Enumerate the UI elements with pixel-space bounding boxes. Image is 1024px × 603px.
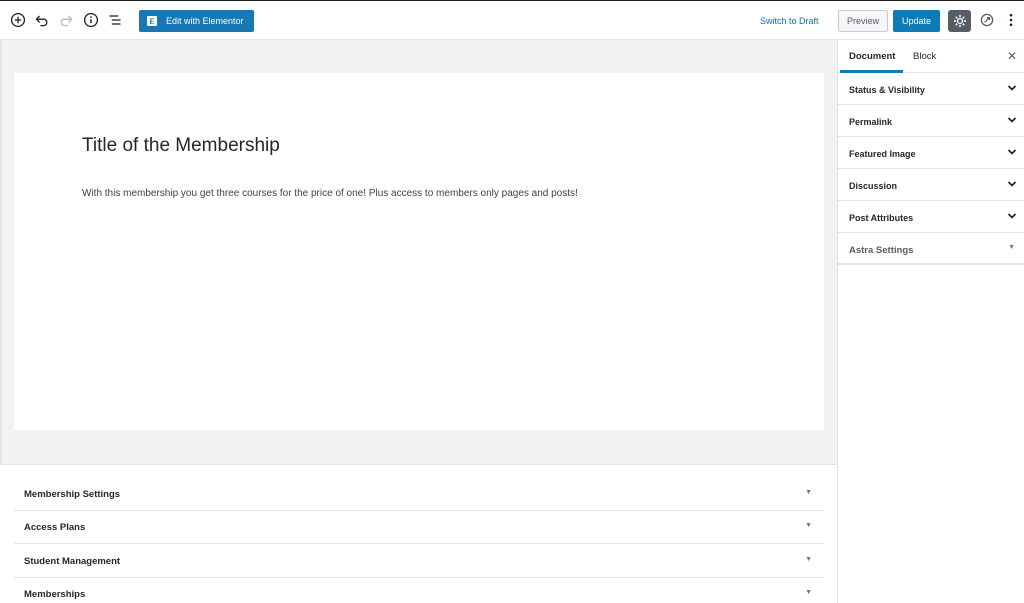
undo-button[interactable] bbox=[33, 11, 51, 29]
metabox-label: Student Management bbox=[24, 555, 121, 567]
caret-down-icon: ▼ bbox=[805, 556, 812, 563]
settings-sidebar: Document Block ✕ Status & Visibility Per… bbox=[837, 40, 1024, 603]
caret-down-icon: ▼ bbox=[805, 522, 812, 529]
gear-icon bbox=[953, 15, 966, 27]
panel-discussion[interactable]: Discussion bbox=[838, 169, 1024, 201]
editor-toolbar: E Edit with Elementor Switch to Draft Pr… bbox=[0, 0, 1024, 40]
panel-label: Discussion bbox=[849, 181, 898, 191]
post-title[interactable]: Title of the Membership bbox=[82, 135, 280, 157]
preview-button[interactable]: Preview bbox=[838, 10, 888, 32]
chevron-down-icon bbox=[1007, 149, 1017, 155]
add-block-button[interactable] bbox=[9, 11, 27, 29]
settings-button[interactable] bbox=[948, 10, 971, 32]
panel-label: Permalink bbox=[849, 117, 893, 127]
edit-with-elementor-label: Edit with Elementor bbox=[166, 16, 244, 26]
panel-label: Astra Settings bbox=[849, 245, 914, 256]
chevron-down-icon bbox=[1007, 117, 1017, 123]
panel-astra-settings[interactable]: Astra Settings ▼ bbox=[838, 233, 1024, 265]
caret-down-icon: ▼ bbox=[1008, 244, 1015, 251]
panel-permalink[interactable]: Permalink bbox=[838, 105, 1024, 137]
more-vertical-icon bbox=[1009, 13, 1013, 27]
block-navigation-button[interactable] bbox=[106, 11, 124, 29]
update-button[interactable]: Update bbox=[893, 10, 940, 32]
close-sidebar-button[interactable]: ✕ bbox=[1007, 49, 1017, 63]
chevron-down-icon bbox=[1007, 213, 1017, 219]
elementor-logo-icon: E bbox=[147, 16, 157, 26]
redo-icon bbox=[60, 15, 73, 27]
edit-with-elementor-button[interactable]: E Edit with Elementor bbox=[139, 10, 254, 32]
caret-down-icon: ▼ bbox=[805, 489, 812, 496]
metabox-memberships[interactable]: Memberships ▼ bbox=[14, 578, 824, 603]
plus-circle-icon bbox=[10, 12, 26, 28]
panel-featured-image[interactable]: Featured Image bbox=[838, 137, 1024, 169]
sidebar-tabs: Document Block ✕ bbox=[838, 40, 1024, 73]
panel-status-visibility[interactable]: Status & Visibility bbox=[838, 73, 1024, 105]
astra-settings-button[interactable] bbox=[978, 11, 996, 29]
panel-label: Post Attributes bbox=[849, 213, 914, 223]
panel-post-attributes[interactable]: Post Attributes bbox=[838, 201, 1024, 233]
caret-down-icon: ▼ bbox=[805, 589, 812, 596]
metabox-label: Access Plans bbox=[24, 521, 86, 533]
metabox-membership-settings[interactable]: Membership Settings ▼ bbox=[14, 478, 824, 511]
panel-label: Status & Visibility bbox=[849, 85, 925, 95]
content-info-button[interactable] bbox=[82, 11, 100, 29]
panel-label: Featured Image bbox=[849, 149, 916, 159]
list-icon bbox=[109, 15, 121, 25]
tab-document[interactable]: Document bbox=[849, 51, 895, 62]
undo-icon bbox=[35, 15, 48, 27]
rocket-icon bbox=[980, 13, 994, 27]
info-icon bbox=[83, 12, 99, 28]
redo-button[interactable] bbox=[57, 11, 75, 29]
metabox-student-management[interactable]: Student Management ▼ bbox=[14, 545, 824, 578]
post-content-area bbox=[14, 73, 824, 430]
metabox-label: Memberships bbox=[24, 589, 86, 600]
chevron-down-icon bbox=[1007, 85, 1017, 91]
chevron-down-icon bbox=[1007, 181, 1017, 187]
more-options-button[interactable] bbox=[1002, 11, 1020, 29]
tab-block[interactable]: Block bbox=[913, 51, 936, 62]
post-paragraph[interactable]: With this membership you get three cours… bbox=[82, 188, 578, 199]
metabox-label: Membership Settings bbox=[24, 488, 121, 500]
close-icon: ✕ bbox=[1006, 49, 1017, 63]
metabox-access-plans[interactable]: Access Plans ▼ bbox=[14, 511, 824, 544]
switch-to-draft-link[interactable]: Switch to Draft bbox=[760, 16, 819, 26]
